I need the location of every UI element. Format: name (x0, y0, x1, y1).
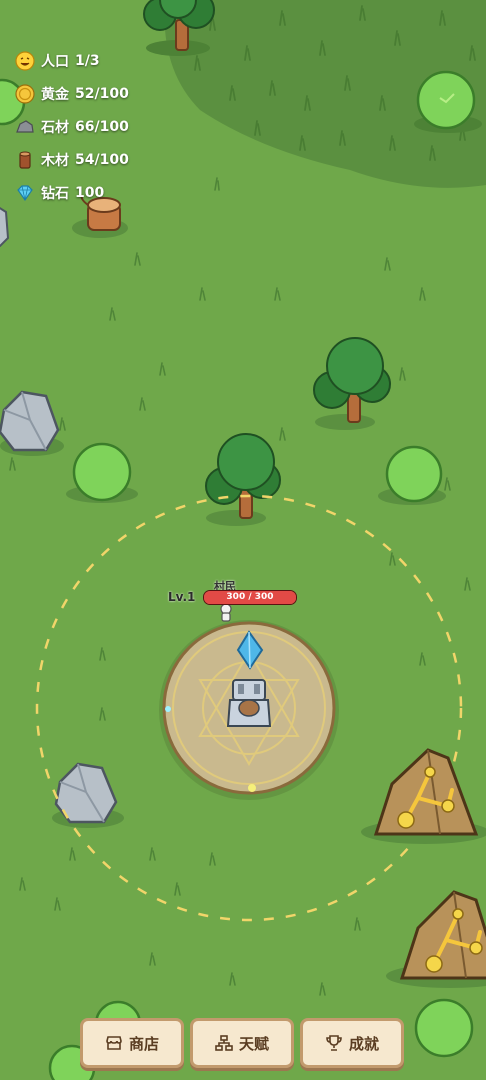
achievement-label: 成就 (348, 1034, 379, 1053)
resource-gold: 黄金 52/100 (14, 77, 129, 110)
talent-button[interactable]: 天赋 (190, 1018, 294, 1068)
resource-value: 52/100 (75, 85, 129, 102)
resource-label: 黄金 (41, 86, 69, 103)
bush-icon (414, 998, 474, 1058)
achievement-button[interactable]: 成就 (300, 1018, 404, 1068)
trophy-icon (326, 1035, 342, 1051)
resource-population: 人口 1/3 (14, 44, 129, 77)
resource-label: 木材 (41, 152, 69, 169)
resource-diamond: 钻石 100 (14, 176, 129, 209)
villager-status: 村民 Lv.1 300 / 300 (168, 576, 308, 626)
resource-value: 66/100 (75, 118, 129, 135)
hp-bar: 300 / 300 (203, 590, 297, 605)
bottom-menu: 商店 天赋 成就 (80, 1018, 404, 1068)
resource-value: 54/100 (75, 151, 129, 168)
smile-face-icon (14, 50, 36, 72)
resource-label: 石材 (41, 119, 69, 136)
stone-icon (14, 116, 36, 138)
talent-tree-icon (215, 1035, 233, 1051)
resource-panel: 人口 1/3 黄金 52/100 石材 66/100 木材 54/100 钻石 … (14, 44, 129, 209)
shop-icon (106, 1036, 122, 1050)
resource-label: 人口 (41, 53, 69, 70)
talent-label: 天赋 (238, 1034, 269, 1053)
shop-label: 商店 (128, 1034, 159, 1053)
resource-stone: 石材 66/100 (14, 110, 129, 143)
unit-level: Lv.1 (168, 590, 196, 604)
resource-wood: 木材 54/100 (14, 143, 129, 176)
hp-text: 300 / 300 (226, 592, 274, 602)
diamond-icon (14, 182, 36, 204)
resource-value: 1/3 (75, 52, 100, 69)
wood-log-icon (14, 149, 36, 171)
shop-button[interactable]: 商店 (80, 1018, 184, 1068)
resource-value: 100 (75, 184, 105, 201)
resource-label: 钻石 (41, 185, 69, 202)
gold-coin-icon (14, 83, 36, 105)
